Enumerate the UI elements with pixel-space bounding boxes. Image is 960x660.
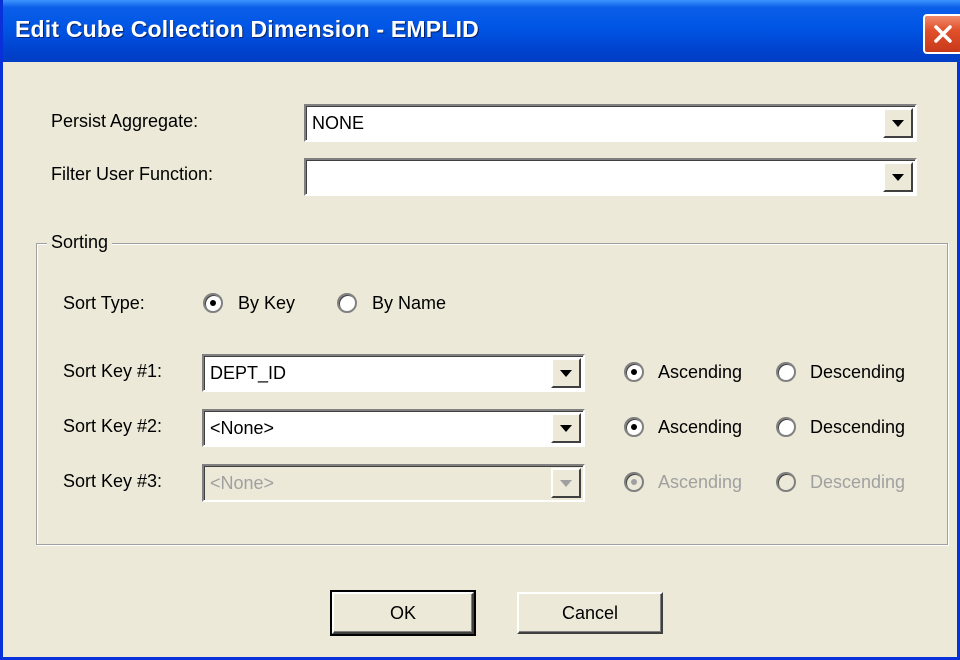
- dialog-window: Edit Cube Collection Dimension - EMPLID …: [0, 0, 960, 660]
- sort-key-1-select[interactable]: DEPT_ID: [202, 354, 585, 392]
- sort-type-label: Sort Type:: [63, 293, 145, 313]
- sort-key-3-value: <None>: [210, 473, 275, 493]
- sort-key-1-label: Sort Key #1:: [63, 361, 163, 381]
- filter-user-function-label: Filter User Function:: [51, 164, 214, 184]
- sort-key-2-descending-label: Descending: [810, 417, 906, 437]
- ok-button-label: OK: [389, 603, 416, 623]
- sort-key-3-select: <None>: [202, 464, 585, 502]
- filter-user-function-select[interactable]: [304, 158, 917, 196]
- cancel-button[interactable]: Cancel: [517, 592, 663, 634]
- chevron-down-icon[interactable]: [551, 413, 581, 443]
- sort-key-1-descending-label: Descending: [810, 362, 906, 382]
- chevron-down-icon[interactable]: [883, 162, 913, 192]
- sort-type-by-key-radio[interactable]: [203, 293, 223, 313]
- ok-button[interactable]: OK: [330, 590, 476, 636]
- sort-key-2-select[interactable]: <None>: [202, 409, 585, 447]
- close-icon: [934, 25, 952, 43]
- sort-key-1-value: DEPT_ID: [210, 363, 287, 383]
- sort-key-1-descending-radio[interactable]: [776, 362, 796, 382]
- persist-aggregate-select[interactable]: NONE: [304, 104, 917, 142]
- chevron-down-icon[interactable]: [551, 358, 581, 388]
- sort-key-3-ascending-radio: [624, 472, 644, 492]
- sort-key-3-descending-label: Descending: [810, 472, 906, 492]
- sort-key-2-label: Sort Key #2:: [63, 416, 163, 436]
- sort-key-1-ascending-radio[interactable]: [624, 362, 644, 382]
- title-bar[interactable]: Edit Cube Collection Dimension - EMPLID: [3, 0, 960, 62]
- sort-type-by-key-label: By Key: [238, 293, 296, 313]
- persist-aggregate-value: NONE: [312, 113, 365, 133]
- sort-key-1-ascending-label: Ascending: [658, 362, 743, 382]
- sort-type-by-name-radio[interactable]: [337, 293, 357, 313]
- close-button[interactable]: [923, 14, 960, 54]
- sort-key-2-ascending-label: Ascending: [658, 417, 743, 437]
- sort-key-2-ascending-radio[interactable]: [624, 417, 644, 437]
- sort-type-by-name-label: By Name: [372, 293, 447, 313]
- chevron-down-icon: [551, 468, 581, 498]
- sort-key-3-descending-radio: [776, 472, 796, 492]
- sort-key-2-value: <None>: [210, 418, 275, 438]
- sorting-group-label: Sorting: [47, 232, 113, 253]
- chevron-down-icon[interactable]: [883, 108, 913, 138]
- sort-key-3-ascending-label: Ascending: [658, 472, 743, 492]
- cancel-button-label: Cancel: [561, 603, 619, 623]
- persist-aggregate-label: Persist Aggregate:: [51, 111, 199, 131]
- window-title: Edit Cube Collection Dimension - EMPLID: [15, 16, 479, 42]
- sort-key-2-descending-radio[interactable]: [776, 417, 796, 437]
- sort-key-3-label: Sort Key #3:: [63, 471, 163, 491]
